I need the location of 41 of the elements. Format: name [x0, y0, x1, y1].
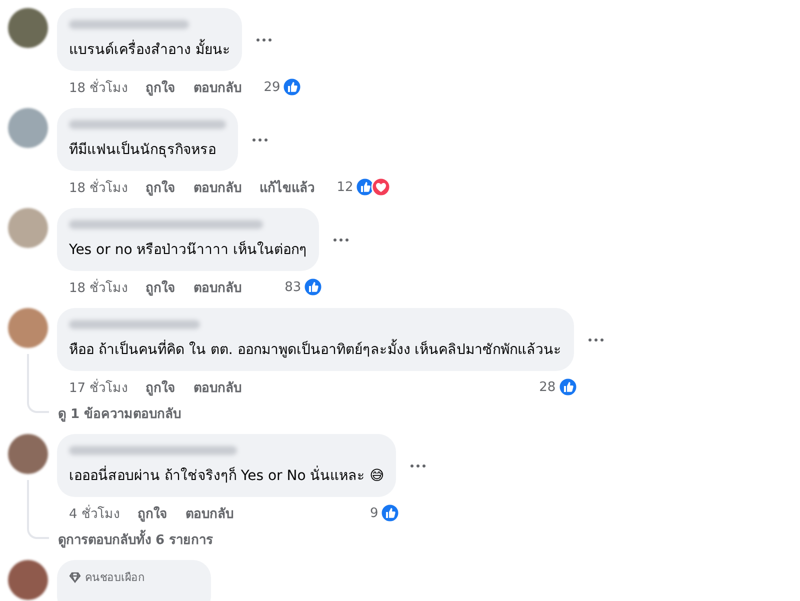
more-options-icon[interactable]: [588, 338, 604, 342]
comment-time[interactable]: 17 ชั่วโมง: [69, 376, 128, 398]
avatar[interactable]: [8, 308, 48, 348]
view-replies-link[interactable]: ดูการตอบกลับทั้ง 6 รายการ: [58, 529, 800, 550]
avatar[interactable]: [8, 434, 48, 474]
reply-link[interactable]: ตอบกลับ: [194, 76, 242, 98]
more-options-icon[interactable]: [256, 38, 272, 42]
comment-text: เอออนี่สอบผ่าน ถ้าใช่จริงๆก็ Yes or No นั่นแหละ 😅: [69, 464, 384, 486]
thread-line: [27, 480, 49, 539]
reaction-count[interactable]: 12: [336, 180, 354, 194]
comment-text: หืออ ถ้าเป็นคนที่คิด ใน ตต. ออกมาพูดเป็นอาทิตย์ๆละมั้งง เห็นคลิปมาซักพักแล้วนะ: [69, 338, 562, 360]
comment-time[interactable]: 18 ชั่วโมง: [69, 176, 128, 198]
more-options-icon[interactable]: [252, 138, 268, 142]
reply-link[interactable]: ตอบกลับ: [194, 376, 242, 398]
reply-link[interactable]: ตอบกลับ: [194, 276, 242, 298]
reaction-count[interactable]: 9: [370, 506, 378, 520]
like-link[interactable]: ถูกใจ: [137, 502, 168, 524]
reply-link[interactable]: ตอบกลับ: [185, 502, 234, 524]
like-link[interactable]: ถูกใจ: [146, 376, 176, 398]
more-options-icon[interactable]: [333, 238, 350, 242]
comment-time[interactable]: 18 ชั่วโมง: [69, 276, 128, 298]
like-link[interactable]: ถูกใจ: [146, 76, 176, 98]
comment-time[interactable]: 18 ชั่วโมง: [69, 76, 128, 98]
avatar[interactable]: [8, 560, 48, 600]
badge-label: คนชอบเผือก: [85, 570, 145, 586]
thread-line: [27, 354, 49, 413]
like-link[interactable]: ถูกใจ: [146, 276, 176, 298]
reaction-count[interactable]: 29: [264, 80, 280, 94]
avatar[interactable]: [8, 8, 48, 48]
like-link[interactable]: ถูกใจ: [146, 176, 176, 198]
comment-text: Yes or no หรือป่าวน๊าาาา เห็นในต่อกๆ: [69, 240, 308, 260]
more-options-icon[interactable]: [410, 464, 426, 468]
reply-link[interactable]: ตอบกลับ: [194, 176, 242, 198]
view-replies-link[interactable]: ดู 1 ข้อความตอบกลับ: [58, 403, 800, 424]
edited-label: แก้ไขแล้ว: [260, 178, 315, 198]
diamond-icon: [69, 572, 81, 582]
reaction-count[interactable]: 83: [284, 280, 302, 294]
reaction-count[interactable]: 28: [539, 380, 556, 394]
comment-text: ทีมีแฟนเป็นนักธุรกิจหรอ: [69, 140, 217, 160]
comment-time[interactable]: 4 ชั่วโมง: [69, 502, 120, 524]
comment-text: แบรนด์เครื่องสำอาง มั้ยนะ: [69, 38, 230, 60]
